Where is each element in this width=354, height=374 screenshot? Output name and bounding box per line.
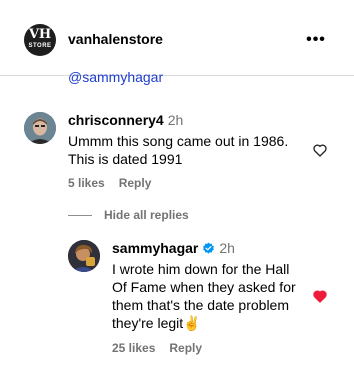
post-header: VH STORE vanhalenstore ••• [0, 0, 354, 76]
comment-text: Ummm this song came out in 1986. This is… [68, 132, 288, 168]
hide-replies-button[interactable]: Hide all replies [104, 208, 189, 222]
reply-text-line: them that's the date problem [112, 297, 289, 313]
reply-text-line: I wrote him down for the Hall [112, 261, 290, 277]
comment-reply-button[interactable]: Reply [119, 176, 152, 190]
verified-badge-icon [203, 242, 215, 254]
reply-username[interactable]: sammyhagar 2h [112, 240, 235, 256]
reply-text-line: they're legit✌️ [112, 315, 201, 331]
replies-divider-line [68, 215, 92, 216]
reply-time: 2h [219, 240, 235, 256]
more-options-icon[interactable]: ••• [304, 28, 328, 52]
sammy-avatar-photo [68, 240, 100, 272]
reply-text: I wrote him down for the Hall Of Fame wh… [112, 260, 296, 332]
logo-subtext: STORE [28, 43, 52, 49]
avatar[interactable] [68, 240, 100, 272]
caption-mention[interactable]: @sammyhagar [68, 69, 163, 85]
reply-text-line: Of Fame when they asked for [112, 279, 296, 295]
reply-username-text[interactable]: sammyhagar [112, 240, 198, 256]
reply-meta: 25 likes Reply [112, 341, 216, 355]
logo-text: VH [28, 27, 52, 42]
comment-meta: 5 likes Reply [68, 176, 165, 190]
post-username[interactable]: vanhalenstore [68, 31, 163, 47]
comment-time: 2h [167, 112, 184, 128]
comment-username-text[interactable]: chrisconnery4 [68, 112, 164, 128]
comment-text-line: This is dated 1991 [68, 151, 183, 167]
vanhalenstore-avatar[interactable]: VH STORE [24, 24, 56, 56]
heart-outline-icon[interactable] [312, 142, 328, 158]
reply-likes[interactable]: 25 likes [112, 341, 155, 355]
chris-avatar-photo [24, 112, 56, 144]
comment-text-line: Ummm this song came out in 1986. [68, 133, 289, 149]
comment-username[interactable]: chrisconnery4 2h [68, 112, 183, 128]
comment-likes[interactable]: 5 likes [68, 176, 105, 190]
reply-reply-button[interactable]: Reply [169, 341, 202, 355]
heart-filled-icon[interactable] [312, 288, 328, 304]
avatar[interactable] [24, 112, 56, 144]
